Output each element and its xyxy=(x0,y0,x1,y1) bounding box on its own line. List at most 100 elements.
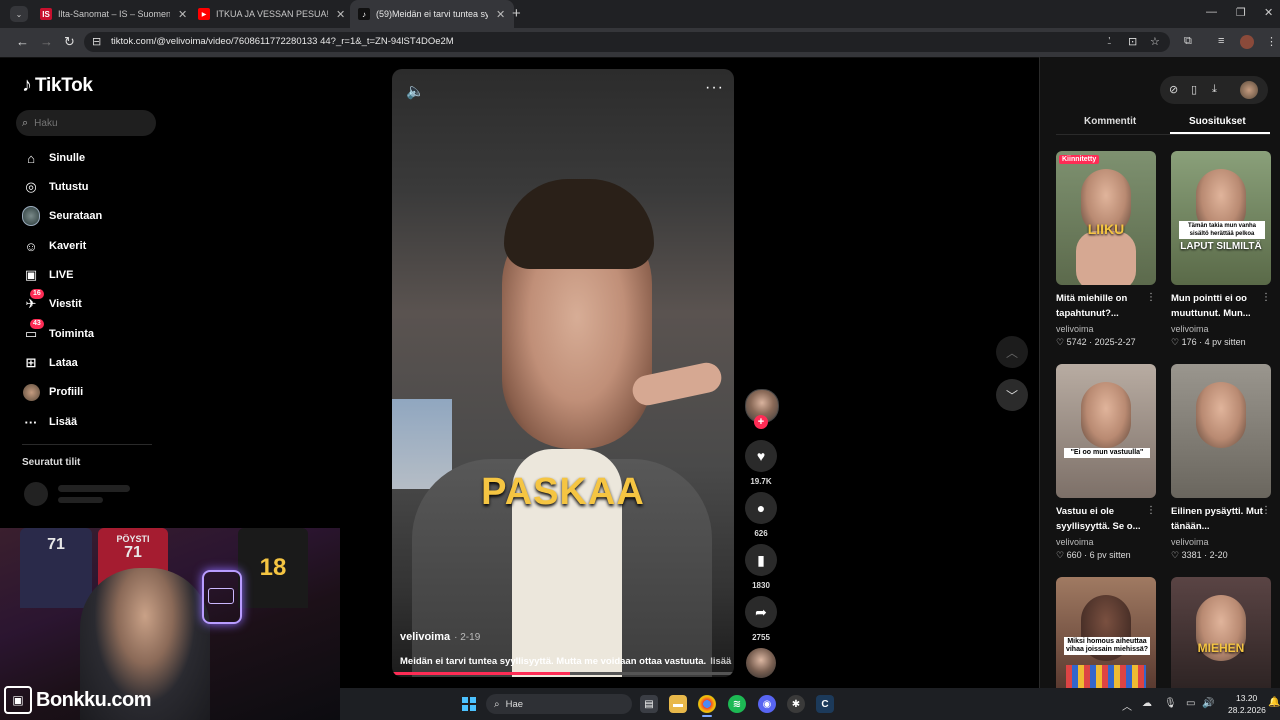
task-view-icon[interactable]: ▤ xyxy=(640,695,658,713)
comment-button[interactable]: ● xyxy=(745,492,777,524)
windows-start-icon[interactable] xyxy=(462,697,476,711)
download-icon[interactable]: ⤓ xyxy=(1212,83,1217,96)
browser-tab-3-active[interactable]: ♪ (59)Meidän ei tarvi tuntea syyllisyytt… xyxy=(350,0,514,28)
clock-date[interactable]: 28.2.2026 xyxy=(1228,705,1266,715)
file-explorer-icon[interactable]: ▬ xyxy=(669,695,687,713)
comment-bubble-icon: ● xyxy=(756,500,766,516)
back-icon[interactable]: ← xyxy=(16,34,29,49)
close-tab-icon[interactable]: ✕ xyxy=(496,8,505,21)
recommended-video-title[interactable]: Mitä miehille on tapahtunut?... xyxy=(1056,291,1152,321)
sidebar-item-tutustu[interactable]: ◎ Tutustu xyxy=(22,176,88,198)
card-more-icon[interactable]: ⋮ xyxy=(1261,292,1271,303)
microphone-icon[interactable]: 🎙 xyxy=(1164,698,1177,709)
video-player[interactable]: PASKAA 🔈 ··· velivoima · 2-19 Meidän ei t… xyxy=(392,69,734,677)
minimize-icon[interactable]: — xyxy=(1206,6,1217,18)
active-app-indicator xyxy=(702,715,712,717)
recommended-video-author[interactable]: velivoima xyxy=(1171,324,1209,334)
tray-cloud-icon[interactable]: ☁ xyxy=(1142,698,1152,709)
bookmark-star-icon[interactable]: ☆ xyxy=(1150,35,1160,48)
sidebar-item-toiminta[interactable]: ▭ 43 Toiminta xyxy=(22,319,94,345)
recommended-video-likes: 5742 xyxy=(1066,337,1087,347)
spotify-icon[interactable]: ≋ xyxy=(728,695,746,713)
tray-overflow-icon[interactable]: ︿ xyxy=(1122,698,1132,713)
recommended-video-title[interactable]: Vastuu ei ole syyllisyyttä. Se o... xyxy=(1056,504,1152,534)
discord-icon[interactable]: ◉ xyxy=(758,695,776,713)
clock-time[interactable]: 13.20 xyxy=(1236,693,1257,703)
browser-tab-2[interactable]: ▶ ITKUA JA VESSAN PESUA! - YouTube ✕ xyxy=(192,0,350,28)
close-tab-icon[interactable]: ✕ xyxy=(178,8,187,21)
recommended-video-thumbnail[interactable]: "Ei oo mun vastuulla" xyxy=(1056,364,1156,498)
search-box[interactable]: ⌕ xyxy=(16,110,156,136)
card-more-icon[interactable]: ⋮ xyxy=(1146,292,1156,303)
taskbar-search[interactable]: ⌕ Hae xyxy=(486,694,632,714)
tiktok-logo[interactable]: ♪ TikTok xyxy=(22,74,93,97)
video-username[interactable]: velivoima xyxy=(400,631,450,643)
app-c-icon[interactable]: C xyxy=(816,695,834,713)
expand-description-link[interactable]: lisää xyxy=(710,656,731,667)
card-more-icon[interactable]: ⋮ xyxy=(1146,505,1156,516)
previous-video-button[interactable]: ︿ xyxy=(996,336,1028,368)
video-author[interactable]: velivoima · 2-19 xyxy=(400,631,480,643)
url-text[interactable]: tiktok.com/@velivoima/video/760861177228… xyxy=(111,36,454,47)
install-app-icon[interactable]: ⊡ xyxy=(1128,35,1137,48)
recommended-video-meta: ♡ 5742 · 2025-2-27 xyxy=(1056,337,1136,347)
browser-profile-avatar[interactable] xyxy=(1240,35,1254,49)
close-tab-icon[interactable]: ✕ xyxy=(336,8,345,21)
new-tab-icon[interactable]: + xyxy=(512,5,521,22)
sidebar-item-label: Sinulle xyxy=(49,152,86,164)
windows-taskbar xyxy=(340,688,1280,720)
user-avatar[interactable] xyxy=(1240,81,1258,99)
recommended-video-thumbnail[interactable]: MIEHEN xyxy=(1171,577,1271,688)
network-icon[interactable]: ▭ xyxy=(1186,698,1195,709)
explore-icon[interactable]: ⊘ xyxy=(1169,83,1178,96)
search-input[interactable] xyxy=(32,116,147,130)
maximize-icon[interactable]: ❐ xyxy=(1236,6,1246,19)
translate-icon[interactable]: ⍘ xyxy=(1106,35,1113,48)
like-button[interactable]: ♥ xyxy=(745,440,777,472)
mobile-icon[interactable]: ▯ xyxy=(1191,83,1197,96)
recommended-video-title[interactable]: Eilinen pysäytti. Mut tänään... xyxy=(1171,504,1267,534)
volume-tray-icon[interactable]: 🔊 xyxy=(1202,698,1214,709)
browser-tab-1[interactable]: IS Ilta-Sanomat – IS – Suomen suurin ✕ xyxy=(34,0,192,28)
reload-icon[interactable]: ↻ xyxy=(64,34,75,50)
volume-icon[interactable]: 🔈 xyxy=(406,82,425,100)
recommended-video-author[interactable]: velivoima xyxy=(1056,537,1094,547)
jersey-navy: 71 xyxy=(20,528,92,608)
card-more-icon[interactable]: ⋮ xyxy=(1261,505,1271,516)
share-button[interactable]: ➦ xyxy=(745,596,777,628)
browser-menu-icon[interactable]: ⋮ xyxy=(1266,35,1277,48)
sidebar-item-sinulle[interactable]: ⌂ Sinulle xyxy=(22,147,85,169)
forward-icon[interactable]: → xyxy=(40,34,53,49)
recommended-video-thumbnail[interactable] xyxy=(1171,364,1271,498)
sidebar-item-live[interactable]: ▣ LIVE xyxy=(22,264,74,286)
next-video-button[interactable]: ﹀ xyxy=(996,379,1028,411)
extensions-icon[interactable]: ⧉ xyxy=(1184,35,1192,48)
notifications-icon[interactable]: 🔔 xyxy=(1268,697,1280,708)
sidebar-item-profiili[interactable]: Profiili xyxy=(22,381,83,403)
tab-recommendations[interactable]: Suositukset xyxy=(1189,116,1246,127)
follow-plus-icon[interactable]: + xyxy=(754,415,768,429)
app-icon[interactable]: ✱ xyxy=(787,695,805,713)
recommended-video-author[interactable]: velivoima xyxy=(1056,324,1094,334)
video-progress-bar[interactable] xyxy=(392,672,734,675)
recommended-video-thumbnail[interactable]: Miksi homous aiheuttaa vihaa joissain mi… xyxy=(1056,577,1156,688)
close-window-icon[interactable]: ✕ xyxy=(1264,6,1273,19)
sidebar-item-lisaa[interactable]: ··· Lisää xyxy=(22,411,78,433)
site-info-icon[interactable]: ⊟ xyxy=(92,35,101,48)
tab-search-button[interactable]: ⌄ xyxy=(10,6,28,22)
recommended-video-author[interactable]: velivoima xyxy=(1171,537,1209,547)
media-control-icon[interactable]: ≡ xyxy=(1218,35,1224,47)
sidebar-item-seurataan[interactable]: Seurataan xyxy=(22,205,102,227)
recommended-video-thumbnail[interactable]: Tämän takia mun vanha sisältö herättää p… xyxy=(1171,151,1271,285)
sidebar-item-viestit[interactable]: ✈ 16 Viestit xyxy=(22,289,82,315)
recommended-video-thumbnail[interactable]: Kiinnitetty LIIKU xyxy=(1056,151,1156,285)
thumb-overlay-subtitle: Tämän takia mun vanha sisältö herättää p… xyxy=(1179,221,1265,239)
sidebar-item-lataa[interactable]: ⊞ Lataa xyxy=(22,352,78,374)
recommended-video-title[interactable]: Mun pointti ei oo muuttunut. Mun... xyxy=(1171,291,1267,321)
chrome-icon[interactable] xyxy=(698,695,716,713)
tab-comments[interactable]: Kommentit xyxy=(1084,116,1136,127)
next-video-avatar[interactable] xyxy=(746,648,776,678)
save-button[interactable]: ▮ xyxy=(745,544,777,576)
sidebar-item-kaverit[interactable]: ☺ Kaverit xyxy=(22,235,86,257)
video-more-options-icon[interactable]: ··· xyxy=(705,79,724,97)
